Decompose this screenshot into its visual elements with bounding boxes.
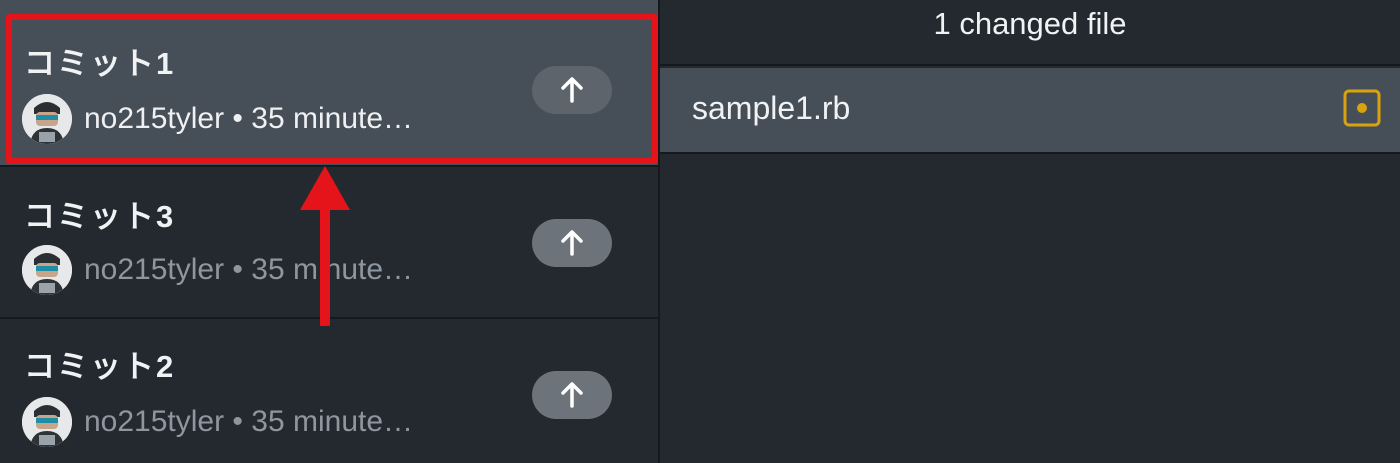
commit-meta: no215tyler • 35 minute… [22, 94, 413, 144]
commit-title: コミット2 [24, 349, 176, 384]
avatar [22, 397, 72, 447]
commit-item-2[interactable]: コミット2 no215tyler • 35 minute… [0, 319, 658, 463]
arrow-up-icon [561, 230, 583, 256]
commit-list: コミット1 no215tyler • 35 minute… コミット3 no21… [0, 0, 660, 463]
changes-panel: 1 changed file sample1.rb [660, 0, 1400, 463]
app-window: コミット1 no215tyler • 35 minute… コミット3 no21… [0, 0, 1400, 463]
changed-file-row[interactable]: sample1.rb [660, 68, 1400, 154]
commit-title: コミット3 [24, 199, 176, 234]
arrow-up-icon [561, 382, 583, 408]
push-button[interactable] [532, 371, 612, 419]
avatar [22, 94, 72, 144]
commit-title: コミット1 [24, 46, 176, 81]
push-button[interactable] [532, 219, 612, 267]
commit-item-3[interactable]: コミット3 no215tyler • 35 minute… [0, 167, 658, 319]
commit-meta: no215tyler • 35 minute… [22, 397, 413, 447]
commit-author-time: no215tyler • 35 minute… [84, 253, 414, 286]
push-button[interactable] [532, 66, 612, 114]
changed-files-header: 1 changed file [660, 0, 1400, 66]
arrow-up-icon [561, 77, 583, 103]
commit-author-time: no215tyler • 35 minute… [84, 405, 414, 438]
file-name: sample1.rb [692, 90, 851, 126]
commit-author-time: no215tyler • 35 minute… [84, 102, 414, 135]
commit-item-1[interactable]: コミット1 no215tyler • 35 minute… [0, 0, 658, 167]
commit-meta: no215tyler • 35 minute… [22, 245, 413, 295]
avatar [22, 245, 72, 295]
modified-file-icon [1343, 89, 1381, 127]
